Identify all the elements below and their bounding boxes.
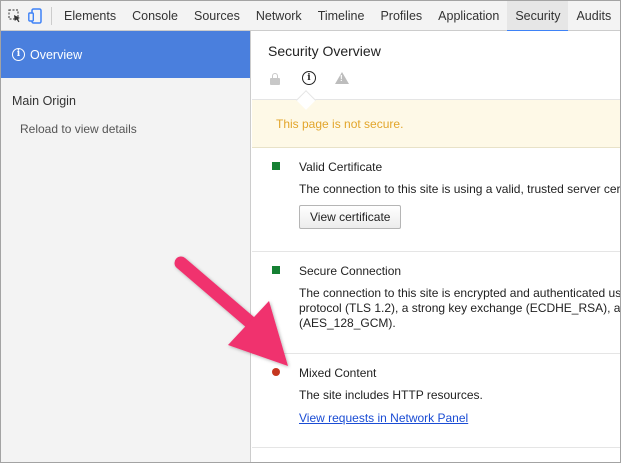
inspect-element-icon[interactable] [5, 1, 25, 31]
description-line: protocol (TLS 1.2), a strong key exchang… [299, 301, 621, 315]
tab-profiles[interactable]: Profiles [372, 1, 430, 31]
tab-elements[interactable]: Elements [56, 1, 124, 31]
sidebar-item-reload[interactable]: Reload to view details [1, 108, 250, 136]
section-description: The connection to this site is encrypted… [299, 286, 621, 331]
security-state-icons: i ! [270, 71, 349, 85]
sidebar-item-overview[interactable]: i Overview [1, 31, 250, 78]
device-mode-icon[interactable] [25, 1, 45, 31]
description-line: The connection to this site is encrypted… [299, 286, 621, 300]
lock-icon [270, 73, 280, 85]
tab-timeline[interactable]: Timeline [310, 1, 373, 31]
view-requests-link[interactable]: View requests in Network Panel [299, 411, 468, 425]
secure-status-icon [272, 266, 280, 274]
security-sidebar: i Overview Main Origin Reload to view de… [1, 31, 251, 462]
section-description: The site includes HTTP resources. [299, 388, 483, 402]
insecure-status-icon [272, 368, 280, 376]
overview-header: Security Overview i ! [252, 31, 620, 110]
connection-section: Secure Connection The connection to this… [252, 252, 621, 354]
tab-sources[interactable]: Sources [186, 1, 248, 31]
section-description: The connection to this site is using a v… [299, 182, 621, 196]
devtools-toolbar: Elements Console Sources Network Timelin… [1, 1, 620, 32]
certificate-section: Valid Certificate The connection to this… [252, 148, 621, 252]
tab-security[interactable]: Security [507, 1, 569, 32]
main-origin-heading: Main Origin [12, 94, 76, 108]
description-line: (AES_128_GCM). [299, 316, 396, 330]
tab-network[interactable]: Network [248, 1, 310, 31]
toolbar-divider [51, 6, 52, 25]
secure-status-icon [272, 162, 280, 170]
section-title: Mixed Content [299, 366, 377, 380]
tab-application[interactable]: Application [430, 1, 507, 31]
section-title: Secure Connection [299, 264, 402, 278]
tab-console[interactable]: Console [124, 1, 186, 31]
section-title: Valid Certificate [299, 160, 383, 174]
view-certificate-button[interactable]: View certificate [299, 205, 402, 229]
tab-audits[interactable]: Audits [568, 1, 619, 31]
devtools-window: Elements Console Sources Network Timelin… [0, 0, 621, 463]
security-overview-panel: Security Overview i ! This page is not s… [252, 31, 621, 462]
info-icon: i [12, 48, 25, 61]
mixed-content-section: Mixed Content The site includes HTTP res… [252, 354, 620, 448]
page-title: Security Overview [268, 43, 381, 59]
info-icon: i [302, 71, 316, 85]
sidebar-item-label: Overview [30, 47, 83, 62]
warning-icon: ! [335, 72, 349, 84]
